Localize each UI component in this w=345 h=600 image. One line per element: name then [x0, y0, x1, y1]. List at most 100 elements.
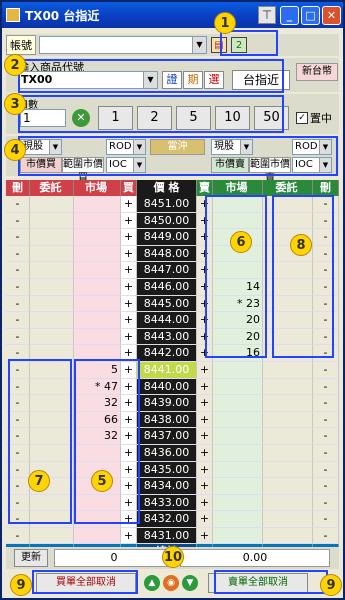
sell-plus-cell[interactable]: +: [197, 395, 213, 412]
buy-delete-cell[interactable]: -: [6, 295, 30, 313]
buy-market-cell: [74, 212, 121, 230]
sell-market-cell: [213, 395, 263, 412]
header-sell-entrust: 委託: [263, 180, 313, 196]
arrow-up-icon[interactable]: ▲: [144, 575, 160, 591]
buy-market-cell: [74, 328, 121, 346]
maximize-button[interactable]: □: [301, 5, 320, 25]
refresh-button[interactable]: 更新: [14, 549, 48, 567]
sell-market-cell: [213, 378, 263, 396]
sell-plus-cell[interactable]: +: [197, 461, 213, 479]
buy-plus-cell[interactable]: +: [121, 229, 137, 246]
account-row: 帳號 ▼ ▤ 2: [6, 34, 339, 56]
chevron-down-icon[interactable]: ▼: [192, 37, 206, 53]
sell-plus-cell[interactable]: +: [197, 511, 213, 528]
sell-delete-cell[interactable]: -: [313, 478, 339, 495]
price-cell: 8432.00: [137, 511, 197, 528]
callout-3: 3: [4, 93, 26, 115]
buy-delete-cell[interactable]: -: [6, 229, 30, 246]
center-checkbox[interactable]: ✓ 置中: [296, 110, 332, 126]
buy-market-cell: [74, 262, 121, 279]
header-price: 價 格: [137, 180, 197, 196]
check-icon[interactable]: ✓: [296, 112, 308, 124]
price-cell: 8449.00: [137, 229, 197, 246]
sell-plus-cell[interactable]: +: [197, 494, 213, 512]
buy-plus-cell[interactable]: +: [121, 278, 137, 296]
price-cell: 8434.00: [137, 478, 197, 495]
arrow-down-icon[interactable]: ▼: [182, 575, 198, 591]
sell-entrust-cell: [263, 378, 313, 396]
sell-entrust-cell: [263, 395, 313, 412]
price-cell: 8436.00: [137, 444, 197, 462]
sell-delete-cell[interactable]: -: [313, 411, 339, 429]
buy-entrust-cell: [30, 328, 74, 346]
sell-plus-cell[interactable]: +: [197, 444, 213, 462]
buy-plus-cell[interactable]: +: [121, 262, 137, 279]
sell-plus-cell[interactable]: +: [197, 411, 213, 429]
sell-plus-cell[interactable]: +: [197, 478, 213, 495]
account-label: 帳號: [6, 35, 36, 55]
highlight-box-3: [18, 95, 284, 133]
buy-plus-cell[interactable]: +: [121, 295, 137, 313]
sell-plus-cell[interactable]: +: [197, 361, 213, 379]
sell-market-cell: [213, 361, 263, 379]
buy-delete-cell[interactable]: -: [6, 328, 30, 346]
sell-delete-cell[interactable]: -: [313, 361, 339, 379]
buy-entrust-cell: [30, 312, 74, 329]
sell-delete-cell[interactable]: -: [313, 395, 339, 412]
sell-plus-cell[interactable]: +: [197, 378, 213, 396]
pin-icon[interactable]: ⊤: [258, 6, 276, 24]
price-cell: 8431.00: [137, 527, 197, 545]
header-buy-market: 市場: [74, 180, 121, 196]
sell-delete-cell[interactable]: -: [313, 378, 339, 396]
sell-market-cell: [213, 527, 263, 545]
highlight-box-9a: [32, 570, 138, 594]
sell-delete-cell[interactable]: -: [313, 527, 339, 545]
title-bar: TX00 台指近 ⊤ _ □ ✕: [2, 2, 343, 28]
buy-plus-cell[interactable]: +: [121, 245, 137, 263]
buy-delete-cell[interactable]: -: [6, 312, 30, 329]
price-cell: 8444.00: [137, 312, 197, 329]
callout-4: 4: [4, 139, 26, 161]
close-button[interactable]: ✕: [322, 5, 341, 25]
buy-delete-cell[interactable]: -: [6, 262, 30, 279]
header-buy: 買: [121, 180, 137, 196]
callout-10: 10: [162, 546, 184, 568]
price-cell: 8438.00: [137, 411, 197, 429]
sell-delete-cell[interactable]: -: [313, 444, 339, 462]
buy-delete-cell[interactable]: -: [6, 212, 30, 230]
buy-plus-cell[interactable]: +: [121, 196, 137, 213]
buy-plus-cell[interactable]: +: [121, 328, 137, 346]
highlight-box-4: [18, 136, 338, 176]
app-icon: [6, 8, 20, 22]
buy-plus-cell[interactable]: +: [121, 527, 137, 545]
buy-delete-cell[interactable]: -: [6, 278, 30, 296]
account-select[interactable]: ▼: [39, 36, 207, 54]
sell-delete-cell[interactable]: -: [313, 428, 339, 445]
price-cell: 8441.00: [137, 361, 197, 379]
sell-plus-cell[interactable]: +: [197, 527, 213, 545]
header-sell: 賣: [197, 180, 213, 196]
buy-entrust-cell: [30, 278, 74, 296]
sell-entrust-cell: [263, 461, 313, 479]
sell-entrust-cell: [263, 411, 313, 429]
buy-delete-cell[interactable]: -: [6, 527, 30, 545]
highlight-box-8: [272, 195, 334, 358]
buy-delete-cell[interactable]: -: [6, 245, 30, 263]
sell-delete-cell[interactable]: -: [313, 511, 339, 528]
sell-entrust-cell: [263, 428, 313, 445]
minimize-button[interactable]: _: [280, 5, 299, 25]
buy-entrust-cell: [30, 295, 74, 313]
header-sell-delete: 刪: [313, 180, 339, 196]
buy-plus-cell[interactable]: +: [121, 212, 137, 230]
buy-delete-cell[interactable]: -: [6, 196, 30, 213]
sell-delete-cell[interactable]: -: [313, 461, 339, 479]
sell-plus-cell[interactable]: +: [197, 428, 213, 445]
callout-7: 7: [28, 470, 50, 492]
buy-market-cell: [74, 527, 121, 545]
callout-1: 1: [214, 12, 236, 34]
price-cell: 8451.00: [137, 196, 197, 213]
buy-plus-cell[interactable]: +: [121, 312, 137, 329]
price-cell: 8448.00: [137, 245, 197, 263]
center-icon[interactable]: ◉: [163, 575, 179, 591]
sell-delete-cell[interactable]: -: [313, 494, 339, 512]
